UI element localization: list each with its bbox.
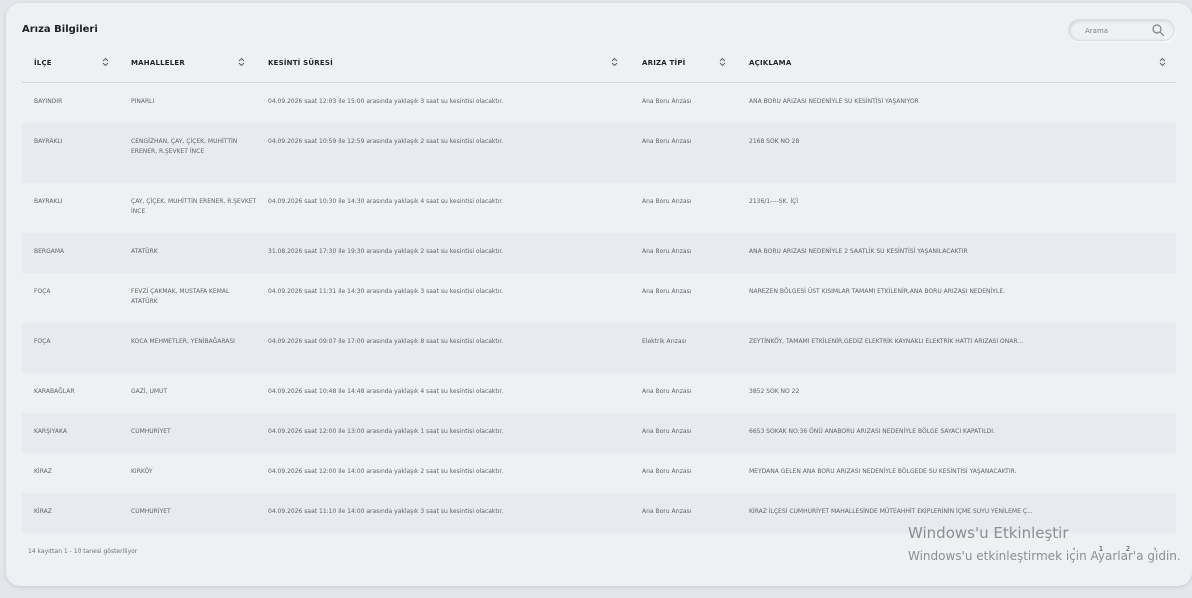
cell-ilce: FOÇA: [34, 288, 51, 295]
cell-ilce: KARABAĞLAR: [34, 388, 75, 395]
table-row[interactable]: FOÇA FEVZİ ÇAKMAK, MUSTAFA KEMAL ATATÜRK…: [22, 273, 1176, 323]
cell-ariza-tipi: Ana Boru Arızası: [642, 468, 692, 475]
search-box[interactable]: [1068, 19, 1175, 41]
cell-aciklama: 2168 SOK NO 28: [749, 138, 800, 145]
header-ilce[interactable]: İLÇE: [34, 59, 52, 67]
table-row[interactable]: KARABAĞLAR GAZİ, UMUT 04.09.2026 saat 10…: [22, 373, 1176, 413]
cell-aciklama: ANA BORU ARIZASI NEDENİYLE SU KESİNTİSİ …: [749, 98, 919, 105]
cell-mahalleler: FEVZİ ÇAKMAK, MUSTAFA KEMAL ATATÜRK: [131, 288, 230, 305]
cell-ilce: KİRAZ: [34, 468, 52, 475]
cell-aciklama: ZEYTİNKÖY, TAMAMI ETKİLENİR,GEDİZ ELEKTR…: [749, 338, 1024, 345]
cell-kesinti-suresi: 04.09.2026 saat 10:59 ile 12:59 arasında…: [268, 138, 504, 145]
cell-ilce: KİRAZ: [34, 508, 52, 515]
cell-kesinti-suresi: 04.09.2026 saat 11:10 ile 14:00 arasında…: [268, 508, 504, 515]
search-input[interactable]: [1085, 24, 1145, 37]
cell-kesinti-suresi: 04.09.2026 saat 10:30 ile 14:30 arasında…: [268, 198, 504, 205]
cell-kesinti-suresi: 04.09.2026 saat 09:07 ile 17:00 arasında…: [268, 338, 504, 345]
cell-ariza-tipi: Ana Boru Arızası: [642, 388, 692, 395]
sort-icon-mahalleler[interactable]: [238, 57, 245, 67]
table-row[interactable]: BAYRAKLI ÇAY, ÇİÇEK, MUHİTTİN ERENER, R.…: [22, 183, 1176, 233]
windows-activation-title: Windows'u Etkinleştir: [908, 524, 1069, 542]
cell-aciklama: KİRAZ İLÇESİ CUMHURİYET MAHALLESİNDE MÜT…: [749, 508, 1033, 515]
cell-aciklama: ANA BORU ARIZASI NEDENİYLE 2 SAATLİK SU …: [749, 248, 968, 255]
cell-ilce: BAYRAKLI: [34, 138, 63, 145]
cell-aciklama: 6653 SOKAK NO:36 ÖNÜ ANABORU ARIZASI NED…: [749, 428, 995, 435]
table-row[interactable]: KARŞIYAKA CUMHURİYET 04.09.2026 saat 12:…: [22, 413, 1176, 453]
cell-kesinti-suresi: 31.08.2026 saat 17:30 ile 19:30 arasında…: [268, 248, 504, 255]
cell-mahalleler: KIRKÖY: [131, 468, 153, 475]
cell-ilce: KARŞIYAKA: [34, 428, 67, 435]
cell-aciklama: 3852 SOK NO 22: [749, 388, 800, 395]
cell-ariza-tipi: Ana Boru Arızası: [642, 248, 692, 255]
cell-aciklama: 2136/1----SK. İÇİ: [749, 198, 799, 205]
sort-icon-ilce[interactable]: [102, 57, 109, 67]
sort-icon-aciklama[interactable]: [1159, 57, 1166, 67]
header-ariza-tipi[interactable]: ARIZA TİPİ: [642, 59, 685, 67]
sort-icon-kesinti-suresi[interactable]: [611, 57, 618, 67]
cell-ariza-tipi: Ana Boru Arızası: [642, 98, 692, 105]
windows-activation-subtitle: Windows'u etkinleştirmek için Ayarlar'a …: [908, 549, 1181, 563]
cell-ilce: BERGAMA: [34, 248, 65, 255]
table-row[interactable]: BERGAMA ATATÜRK 31.08.2026 saat 17:30 il…: [22, 233, 1176, 273]
card-title: Arıza Bilgileri: [22, 24, 98, 35]
cell-mahalleler: CUMHURİYET: [131, 428, 171, 435]
cell-mahalleler: CUMHURİYET: [131, 508, 171, 515]
cell-mahalleler: GAZİ, UMUT: [131, 388, 168, 395]
cell-kesinti-suresi: 04.09.2026 saat 11:31 ile 14:30 arasında…: [268, 288, 504, 295]
table-row[interactable]: KİRAZ KIRKÖY 04.09.2026 saat 12:00 ile 1…: [22, 453, 1176, 493]
table-header: İLÇE MAHALLELER KESİNTİ SÜRESİ ARIZA TİP…: [22, 46, 1176, 83]
cell-mahalleler: PINARLI: [131, 98, 155, 105]
cell-kesinti-suresi: 04.09.2026 saat 10:48 ile 14:48 arasında…: [268, 388, 504, 395]
cell-mahalleler: ATATÜRK: [131, 248, 158, 255]
table-row[interactable]: BAYINDIR PINARLI 04.09.2026 saat 12:03 i…: [22, 83, 1176, 123]
search-icon[interactable]: [1151, 23, 1165, 37]
cell-mahalleler: KOCA MEHMETLER, YENİBAĞARASI: [131, 338, 235, 345]
cell-kesinti-suresi: 04.09.2026 saat 12:00 ile 14:00 arasında…: [268, 468, 504, 475]
cell-ariza-tipi: Ana Boru Arızası: [642, 198, 692, 205]
cell-ilce: FOÇA: [34, 338, 51, 345]
cell-kesinti-suresi: 04.09.2026 saat 12:03 ile 15:00 arasında…: [268, 98, 504, 105]
cell-ariza-tipi: Ana Boru Arızası: [642, 428, 692, 435]
header-mahalleler[interactable]: MAHALLELER: [131, 59, 185, 67]
header-aciklama[interactable]: AÇIKLAMA: [749, 59, 791, 67]
cell-mahalleler: CENGİZHAN, ÇAY, ÇİÇEK, MUHİTTİN ERENER, …: [131, 138, 238, 155]
pagination-info: 14 kayıttan 1 - 10 tanesi gösteriliyor: [28, 548, 138, 555]
fault-info-card: Arıza Bilgileri İLÇE MAHALLELER KESİNTİ …: [6, 3, 1192, 586]
cell-ariza-tipi: Ana Boru Arızası: [642, 138, 692, 145]
cell-aciklama: NAREZEN BÖLGESİ ÜST KISIMLAR TAMAMI ETKİ…: [749, 288, 1006, 295]
cell-ilce: BAYINDIR: [34, 98, 63, 105]
table-row[interactable]: BAYRAKLI CENGİZHAN, ÇAY, ÇİÇEK, MUHİTTİN…: [22, 123, 1176, 183]
cell-aciklama: MEYDANA GELEN ANA BORU ARIZASI NEDENİYLE…: [749, 468, 1017, 475]
cell-ilce: BAYRAKLI: [34, 198, 63, 205]
cell-kesinti-suresi: 04.09.2026 saat 12:00 ile 13:00 arasında…: [268, 428, 504, 435]
sort-icon-ariza-tipi[interactable]: [719, 57, 726, 67]
cell-ariza-tipi: Ana Boru Arızası: [642, 288, 692, 295]
table-row[interactable]: FOÇA KOCA MEHMETLER, YENİBAĞARASI 04.09.…: [22, 323, 1176, 373]
header-kesinti-suresi[interactable]: KESİNTİ SÜRESİ: [268, 59, 333, 67]
cell-mahalleler: ÇAY, ÇİÇEK, MUHİTTİN ERENER, R.ŞEVKET İN…: [131, 198, 257, 215]
cell-ariza-tipi: Elektrik Arızası: [642, 338, 687, 345]
cell-ariza-tipi: Ana Boru Arızası: [642, 508, 692, 515]
